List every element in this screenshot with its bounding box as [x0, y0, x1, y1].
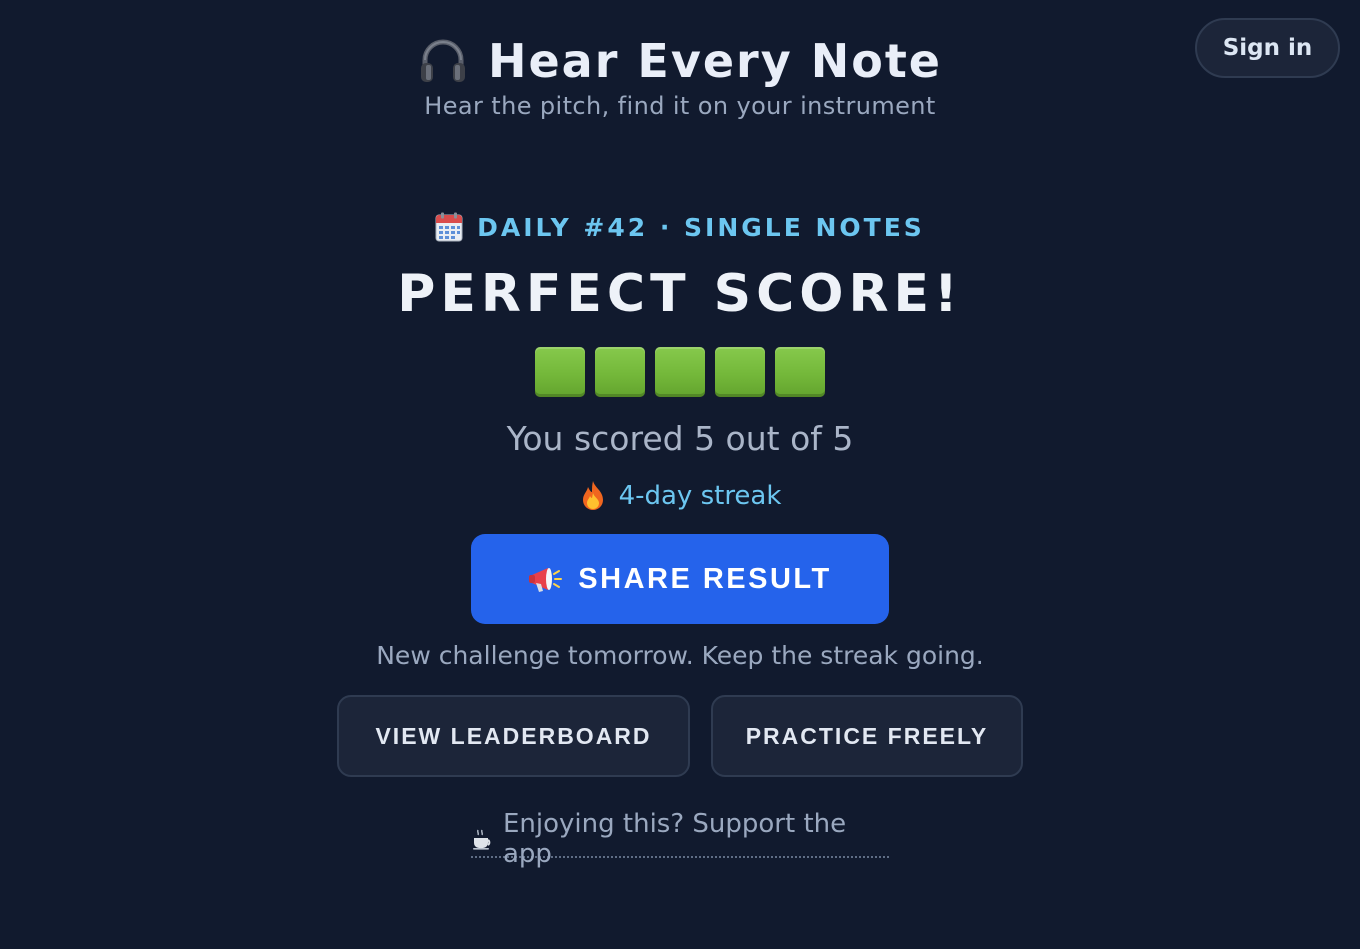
score-text: You scored 5 out of 5: [506, 419, 854, 458]
coffee-icon: [471, 828, 493, 850]
score-square: [655, 347, 705, 397]
header: Hear Every Note Hear the pitch, find it …: [0, 34, 1360, 120]
share-label: SHARE RESULT: [578, 562, 832, 595]
result-title: PERFECT SCORE!: [397, 264, 963, 324]
app-title: Hear Every Note: [487, 34, 943, 88]
view-leaderboard-button[interactable]: VIEW LEADERBOARD: [337, 695, 690, 777]
fire-icon: [579, 480, 607, 512]
page: Sign in Hear Every Note Hear the pitch, …: [0, 0, 1360, 949]
support-link[interactable]: Enjoying this? Support the app: [471, 809, 889, 869]
share-result-button[interactable]: SHARE RESULT: [471, 534, 889, 624]
score-square: [535, 347, 585, 397]
streak-indicator: 4-day streak: [0, 480, 1360, 512]
megaphone-icon: [528, 564, 564, 594]
title-row: Hear Every Note: [0, 34, 1360, 88]
score-squares: [0, 347, 1360, 397]
next-challenge-info: New challenge tomorrow. Keep the streak …: [376, 641, 984, 670]
daily-challenge-label: DAILY #42 · SINGLE NOTES: [0, 212, 1360, 242]
app-subtitle: Hear the pitch, find it on your instrume…: [424, 92, 936, 120]
score-square: [715, 347, 765, 397]
score-square: [595, 347, 645, 397]
practice-freely-button[interactable]: PRACTICE FREELY: [711, 695, 1023, 777]
headphones-icon: [418, 36, 468, 86]
score-square: [775, 347, 825, 397]
support-text: Enjoying this? Support the app: [503, 809, 847, 869]
calendar-icon: [435, 212, 463, 242]
daily-label: DAILY #42 · SINGLE NOTES: [477, 212, 925, 242]
streak-text: 4-day streak: [618, 481, 782, 511]
